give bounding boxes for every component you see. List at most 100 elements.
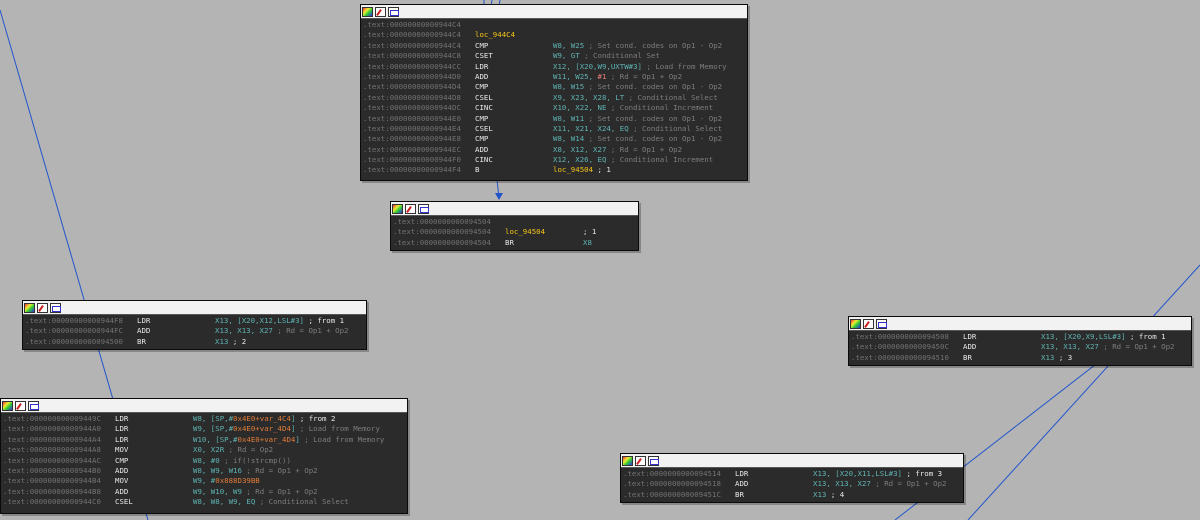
edit-pen-icon[interactable] xyxy=(37,302,48,313)
instruction-row[interactable]: .text:0000000000094510 BR X13 ; 3 xyxy=(849,353,1191,363)
node-header[interactable] xyxy=(391,202,638,216)
instruction-row[interactable]: .text:000000000009451C BR X13 ; 4 xyxy=(621,490,963,500)
comment: ; 1 xyxy=(583,227,597,237)
instruction-row[interactable]: .text:00000000000944B0 ADD W8, W9, W16 ; R… xyxy=(1,466,407,476)
instruction-row[interactable]: .text:00000000000944D0 ADD W11, W25, #1 ; … xyxy=(361,72,747,82)
instruction-row[interactable]: .text:00000000000944FC ADD X13, X13, X27 ;… xyxy=(23,326,366,336)
instruction-row[interactable]: .text:0000000000094500 BR X13 ; 2 xyxy=(23,337,366,347)
instruction-row[interactable]: .text:00000000000944F8 LDR X13, [X20,X12,L… xyxy=(23,316,366,326)
node-header[interactable] xyxy=(1,399,407,413)
instruction-row[interactable]: .text:00000000000944F0 CINC X12, X26, EQ ;… xyxy=(361,155,747,165)
operand-text: X13, X13, X27 xyxy=(813,479,871,489)
operand-text: W9, [SP,# xyxy=(193,424,234,434)
node-body: .text:0000000000094514 LDR X13, [X20,X11,L… xyxy=(621,468,963,500)
instruction-row[interactable]: .text:00000000000944E8 CMP W8, W14 ; Set c… xyxy=(361,134,747,144)
instruction-row[interactable]: .text:00000000000944E4 CSEL X11, X21, X24,… xyxy=(361,124,747,134)
edit-pen-icon[interactable] xyxy=(15,400,26,411)
instruction-row[interactable]: .text:00000000000944B4 MOV W9, #0x888D39BB xyxy=(1,476,407,486)
instruction-row[interactable]: .text:00000000000944A8 MOV X0, X2R ; Rd = … xyxy=(1,445,407,455)
code-block-94514[interactable]: .text:0000000000094514 LDR X13, [X20,X11,L… xyxy=(620,453,964,503)
address: .text:000000000009449C xyxy=(3,414,101,423)
address: .text:00000000000944F0 xyxy=(363,155,461,165)
graph-view-icon[interactable] xyxy=(648,455,659,466)
mnemonic: ADD xyxy=(115,486,129,496)
edit-pen-icon[interactable] xyxy=(405,203,416,214)
instruction-row[interactable]: .text:00000000000944C4 xyxy=(361,20,747,30)
operand-text: X11, X21, X24, EQ xyxy=(553,123,629,133)
code-block-944f8[interactable]: .text:00000000000944F8 LDR X13, [X20,X12,L… xyxy=(22,300,367,350)
operands: X8, X12, X27 ; Rd = Op1 + Op2 xyxy=(553,145,682,155)
comment: ; Load from Memory xyxy=(299,424,380,434)
instruction-row[interactable]: .text:0000000000094504 loc_94504 ; 1 xyxy=(391,227,638,237)
node-header[interactable] xyxy=(621,454,963,468)
node-header[interactable] xyxy=(361,5,747,19)
color-palette-icon[interactable] xyxy=(2,400,13,411)
operands: ; 1 xyxy=(583,227,596,237)
graph-view-icon[interactable] xyxy=(50,302,61,313)
instruction-row[interactable]: .text:00000000000944F4 Bloc_94504 ; 1 xyxy=(361,165,747,175)
graph-view-icon[interactable] xyxy=(388,6,399,17)
code-block-loc-944c4[interactable]: .text:00000000000944C4 .text:000000000009… xyxy=(360,4,748,181)
operand-highlight: 0x4E0+var_4C4 xyxy=(233,414,291,423)
instruction-row[interactable]: .text:00000000000944EC ADD X8, X12, X27 ; … xyxy=(361,145,747,155)
mnemonic: LDR xyxy=(115,434,129,444)
instruction-row[interactable]: .text:00000000000944D8 CSEL X9, X23, X28, … xyxy=(361,93,747,103)
instruction-row[interactable]: .text:0000000000094504 BR X8 xyxy=(391,238,638,248)
instruction-row[interactable]: .text:00000000000944AC CMP W8, #0 ; if(!st… xyxy=(1,456,407,466)
instruction-row[interactable]: .text:00000000000944C4 loc_944C4 xyxy=(361,30,747,40)
instruction-row[interactable]: .text:00000000000944DC CINC X10, X22, NE ;… xyxy=(361,103,747,113)
instruction-row[interactable]: .text:0000000000094504 xyxy=(391,217,638,227)
color-palette-icon[interactable] xyxy=(24,302,35,313)
address: .text:00000000000944E0 xyxy=(363,113,461,123)
operand-text: W8, [SP,# xyxy=(193,414,234,423)
code-block-loc-94504[interactable]: .text:0000000000094504 .text:000000000009… xyxy=(390,201,639,251)
edit-pen-icon[interactable] xyxy=(635,455,646,466)
address: .text:00000000000944CC xyxy=(363,61,461,71)
instruction-row[interactable]: .text:000000000009450C ADD X13, X13, X27 ;… xyxy=(849,342,1191,352)
instruction-row[interactable]: .text:00000000000944C4 CMP W8, W25 ; Set c… xyxy=(361,41,747,51)
operands: X13, X13, X27 ; Rd = Op1 + Op2 xyxy=(813,479,947,489)
operands: W8, W11 ; Set cond. codes on Op1 - Op2 xyxy=(553,114,722,124)
address: .text:00000000000944C4 xyxy=(363,20,461,29)
operands: W8, W15 ; Set cond. codes on Op1 - Op2 xyxy=(553,82,722,92)
code-block-94508[interactable]: .text:0000000000094508 LDR X13, [X20,X9,LS… xyxy=(848,316,1192,366)
instruction-row[interactable]: .text:00000000000944A4 LDR W10, [SP,#0x4E0… xyxy=(1,435,407,445)
operands: X12, [X20,W9,UXTW#3] ; Load from Memory xyxy=(553,62,727,72)
instruction-row[interactable]: .text:00000000000944C8 CSET W9, GT ; Condi… xyxy=(361,51,747,61)
address: .text:00000000000944A8 xyxy=(3,445,101,455)
instruction-row[interactable]: .text:00000000000944E0 CMP W8, W11 ; Set c… xyxy=(361,114,747,124)
color-palette-icon[interactable] xyxy=(850,318,861,329)
instruction-row[interactable]: .text:0000000000094508 LDR X13, [X20,X9,LS… xyxy=(849,332,1191,342)
operands: W11, W25, #1 ; Rd = Op1 + Op2 xyxy=(553,72,682,82)
graph-view-icon[interactable] xyxy=(876,318,887,329)
edge-right-long-1 xyxy=(967,264,1200,520)
instruction-row[interactable]: .text:000000000009449C LDR W8, [SP,#0x4E0+… xyxy=(1,414,407,424)
comment: ; 2 xyxy=(232,336,247,346)
operand-text: X13, [X20,X9,LSL#3] xyxy=(1041,332,1126,341)
edit-pen-icon[interactable] xyxy=(863,318,874,329)
color-palette-icon[interactable] xyxy=(392,203,403,214)
operands: X13 ; 2 xyxy=(215,337,246,347)
mnemonic: LDR xyxy=(137,316,151,325)
mnemonic: BR xyxy=(505,237,514,247)
instruction-row[interactable]: .text:00000000000944C0 CSEL W8, W8, W9, EQ… xyxy=(1,497,407,507)
instruction-row[interactable]: .text:00000000000944B8 ADD W9, W10, W9 ; R… xyxy=(1,487,407,497)
instruction-row[interactable]: .text:00000000000944A0 LDR W9, [SP,#0x4E0+… xyxy=(1,424,407,434)
node-header[interactable] xyxy=(849,317,1191,331)
code-block-9449c[interactable]: .text:000000000009449C LDR W8, [SP,#0x4E0+… xyxy=(0,398,408,514)
instruction-row[interactable]: .text:00000000000944D4 CMP W8, W15 ; Set c… xyxy=(361,82,747,92)
address: .text:00000000000944A4 xyxy=(3,434,101,444)
instruction-row[interactable]: .text:0000000000094514 LDR X13, [X20,X11,L… xyxy=(621,469,963,479)
node-header[interactable] xyxy=(23,301,366,315)
comment: ; Conditional Set xyxy=(584,51,660,61)
color-palette-icon[interactable] xyxy=(362,6,373,17)
instruction-row[interactable]: .text:0000000000094518 ADD X13, X13, X27 ;… xyxy=(621,479,963,489)
instruction-row[interactable]: .text:00000000000944CC LDR X12, [X20,W9,UX… xyxy=(361,62,747,72)
edit-pen-icon[interactable] xyxy=(375,6,386,17)
mnemonic: ADD xyxy=(137,326,151,336)
comment: ; Set cond. codes on Op1 - Op2 xyxy=(588,82,723,92)
graph-view-icon[interactable] xyxy=(28,400,39,411)
operands: X11, X21, X24, EQ ; Conditional Select xyxy=(553,124,722,134)
graph-view-icon[interactable] xyxy=(418,203,429,214)
color-palette-icon[interactable] xyxy=(622,455,633,466)
